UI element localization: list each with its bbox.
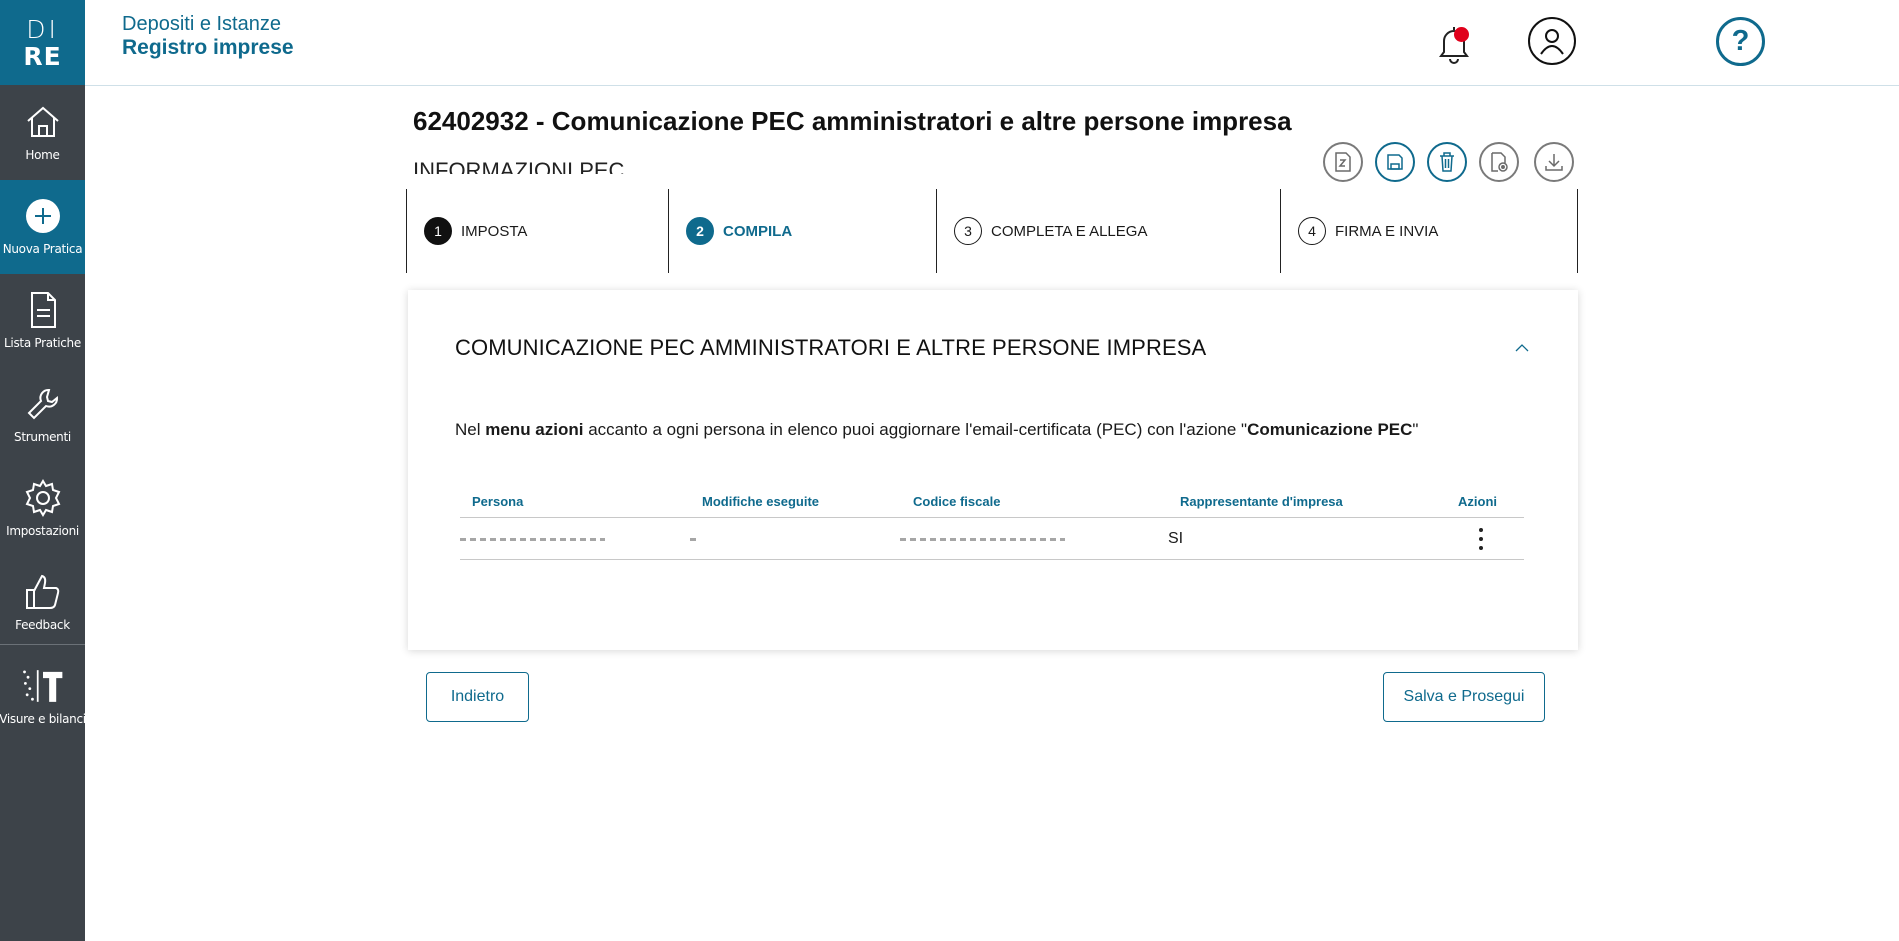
modifiche-cell-redacted [690, 538, 696, 541]
thumbs-up-icon [21, 570, 65, 614]
sidebar-item-label: Feedback [15, 618, 70, 632]
sidebar-item-visure-bilanci[interactable]: Visure e bilanci [0, 650, 86, 744]
row-actions-menu-button[interactable] [1473, 528, 1489, 550]
save-icon [1387, 154, 1403, 170]
sidebar-item-label: Nuova Pratica [2, 242, 83, 256]
step-label: COMPILA [723, 222, 793, 240]
kebab-dot [1479, 528, 1483, 532]
logo-line1: DI [26, 14, 59, 44]
sidebar-item-label: Strumenti [14, 430, 71, 444]
persons-table: Persona Modifiche eseguite Codice fiscal… [460, 486, 1524, 560]
sidebar-item-lista-pratiche[interactable]: Lista Pratiche [0, 274, 85, 368]
chevron-up-icon [1515, 344, 1529, 352]
step-number: 3 [954, 217, 982, 245]
rappresentante-cell: SI [1168, 530, 1184, 547]
brand-title[interactable]: Registro imprese [122, 36, 294, 60]
brand-subtitle: Depositi e Istanze [122, 13, 281, 35]
step-label: COMPLETA E ALLEGA [991, 222, 1148, 240]
kebab-dot [1479, 546, 1483, 550]
pec-section-card: COMUNICAZIONE PEC AMMINISTRATORI E ALTRE… [408, 290, 1578, 650]
collapse-button[interactable] [1512, 340, 1532, 354]
step-number: 2 [686, 217, 714, 245]
step-label: FIRMA E INVIA [1335, 222, 1439, 240]
back-button[interactable]: Indietro [426, 672, 529, 722]
plus-circle-icon [21, 194, 65, 238]
table-row: SI [460, 518, 1524, 560]
section-subtitle: INFORMAZIONI PEC [413, 158, 625, 174]
step-number: 1 [424, 217, 452, 245]
help-button[interactable]: ? [1716, 17, 1765, 66]
trash-icon [1440, 152, 1454, 172]
sidebar-item-feedback[interactable]: Feedback [0, 556, 85, 650]
gear-icon [21, 476, 65, 520]
user-avatar-button[interactable] [1528, 17, 1576, 65]
preview-document-button[interactable] [1479, 142, 1519, 182]
compare-document-button[interactable] [1323, 142, 1363, 182]
stepper-divider [1577, 189, 1578, 273]
app-logo[interactable]: DI RE [0, 0, 85, 85]
home-icon [21, 100, 65, 144]
step-compila[interactable]: 2 COMPILA [668, 189, 792, 273]
sidebar-divider [0, 644, 85, 645]
save-button[interactable] [1375, 142, 1415, 182]
notification-badge [1454, 27, 1469, 42]
bell-icon [1439, 27, 1469, 64]
codice-fiscale-cell-redacted [900, 538, 1065, 541]
document-compare-icon [1335, 152, 1351, 172]
step-firma-invia[interactable]: 4 FIRMA E INVIA [1280, 189, 1438, 273]
document-view-icon [1491, 152, 1508, 172]
sidebar-item-impostazioni[interactable]: Impostazioni [0, 462, 85, 556]
sidebar-item-nuova-pratica[interactable]: Nuova Pratica [0, 180, 85, 274]
column-header-azioni: Azioni [1458, 494, 1497, 509]
download-icon [1545, 154, 1563, 171]
instructions-text: Nel menu azioni accanto a ogni persona i… [455, 420, 1419, 439]
kebab-dot [1479, 537, 1483, 541]
sidebar-item-label: Impostazioni [6, 524, 79, 538]
logo-line2: RE [23, 41, 62, 71]
sidebar-item-label: Home [25, 148, 60, 162]
save-and-continue-button[interactable]: Salva e Prosegui [1383, 672, 1545, 722]
sidebar: DI RE Home Nuova Pratica Lista Pratiche … [0, 0, 86, 941]
step-imposta[interactable]: 1 IMPOSTA [406, 189, 527, 273]
visure-logo-icon [21, 664, 65, 708]
sidebar-item-label: Visure e bilanci [0, 712, 86, 726]
step-number: 4 [1298, 217, 1326, 245]
sidebar-item-label: Lista Pratiche [4, 336, 81, 350]
column-header-rappresentante: Rappresentante d'impresa [1180, 494, 1343, 509]
wrench-icon [21, 382, 65, 426]
progress-stepper: 1 IMPOSTA 2 COMPILA 3 COMPLETA E ALLEGA … [406, 189, 1578, 273]
notification-button[interactable] [1434, 22, 1474, 64]
section-title: COMUNICAZIONE PEC AMMINISTRATORI E ALTRE… [455, 335, 1207, 360]
delete-button[interactable] [1427, 142, 1467, 182]
step-completa-allega[interactable]: 3 COMPLETA E ALLEGA [936, 189, 1147, 273]
user-icon [1540, 29, 1564, 55]
column-header-modifiche: Modifiche eseguite [702, 494, 820, 509]
document-icon [21, 288, 65, 332]
download-button[interactable] [1534, 142, 1574, 182]
sidebar-item-strumenti[interactable]: Strumenti [0, 368, 85, 462]
table-header: Persona Modifiche eseguite Codice fiscal… [460, 486, 1524, 518]
top-bar: Depositi e Istanze Registro imprese [85, 0, 1899, 86]
page-title: 62402932 - Comunicazione PEC amministrat… [413, 106, 1292, 136]
column-header-codice-fiscale: Codice fiscale [913, 494, 1001, 509]
persona-cell-redacted [460, 538, 605, 541]
sidebar-item-home[interactable]: Home [0, 86, 85, 180]
step-label: IMPOSTA [461, 222, 528, 240]
column-header-persona: Persona [472, 494, 524, 509]
